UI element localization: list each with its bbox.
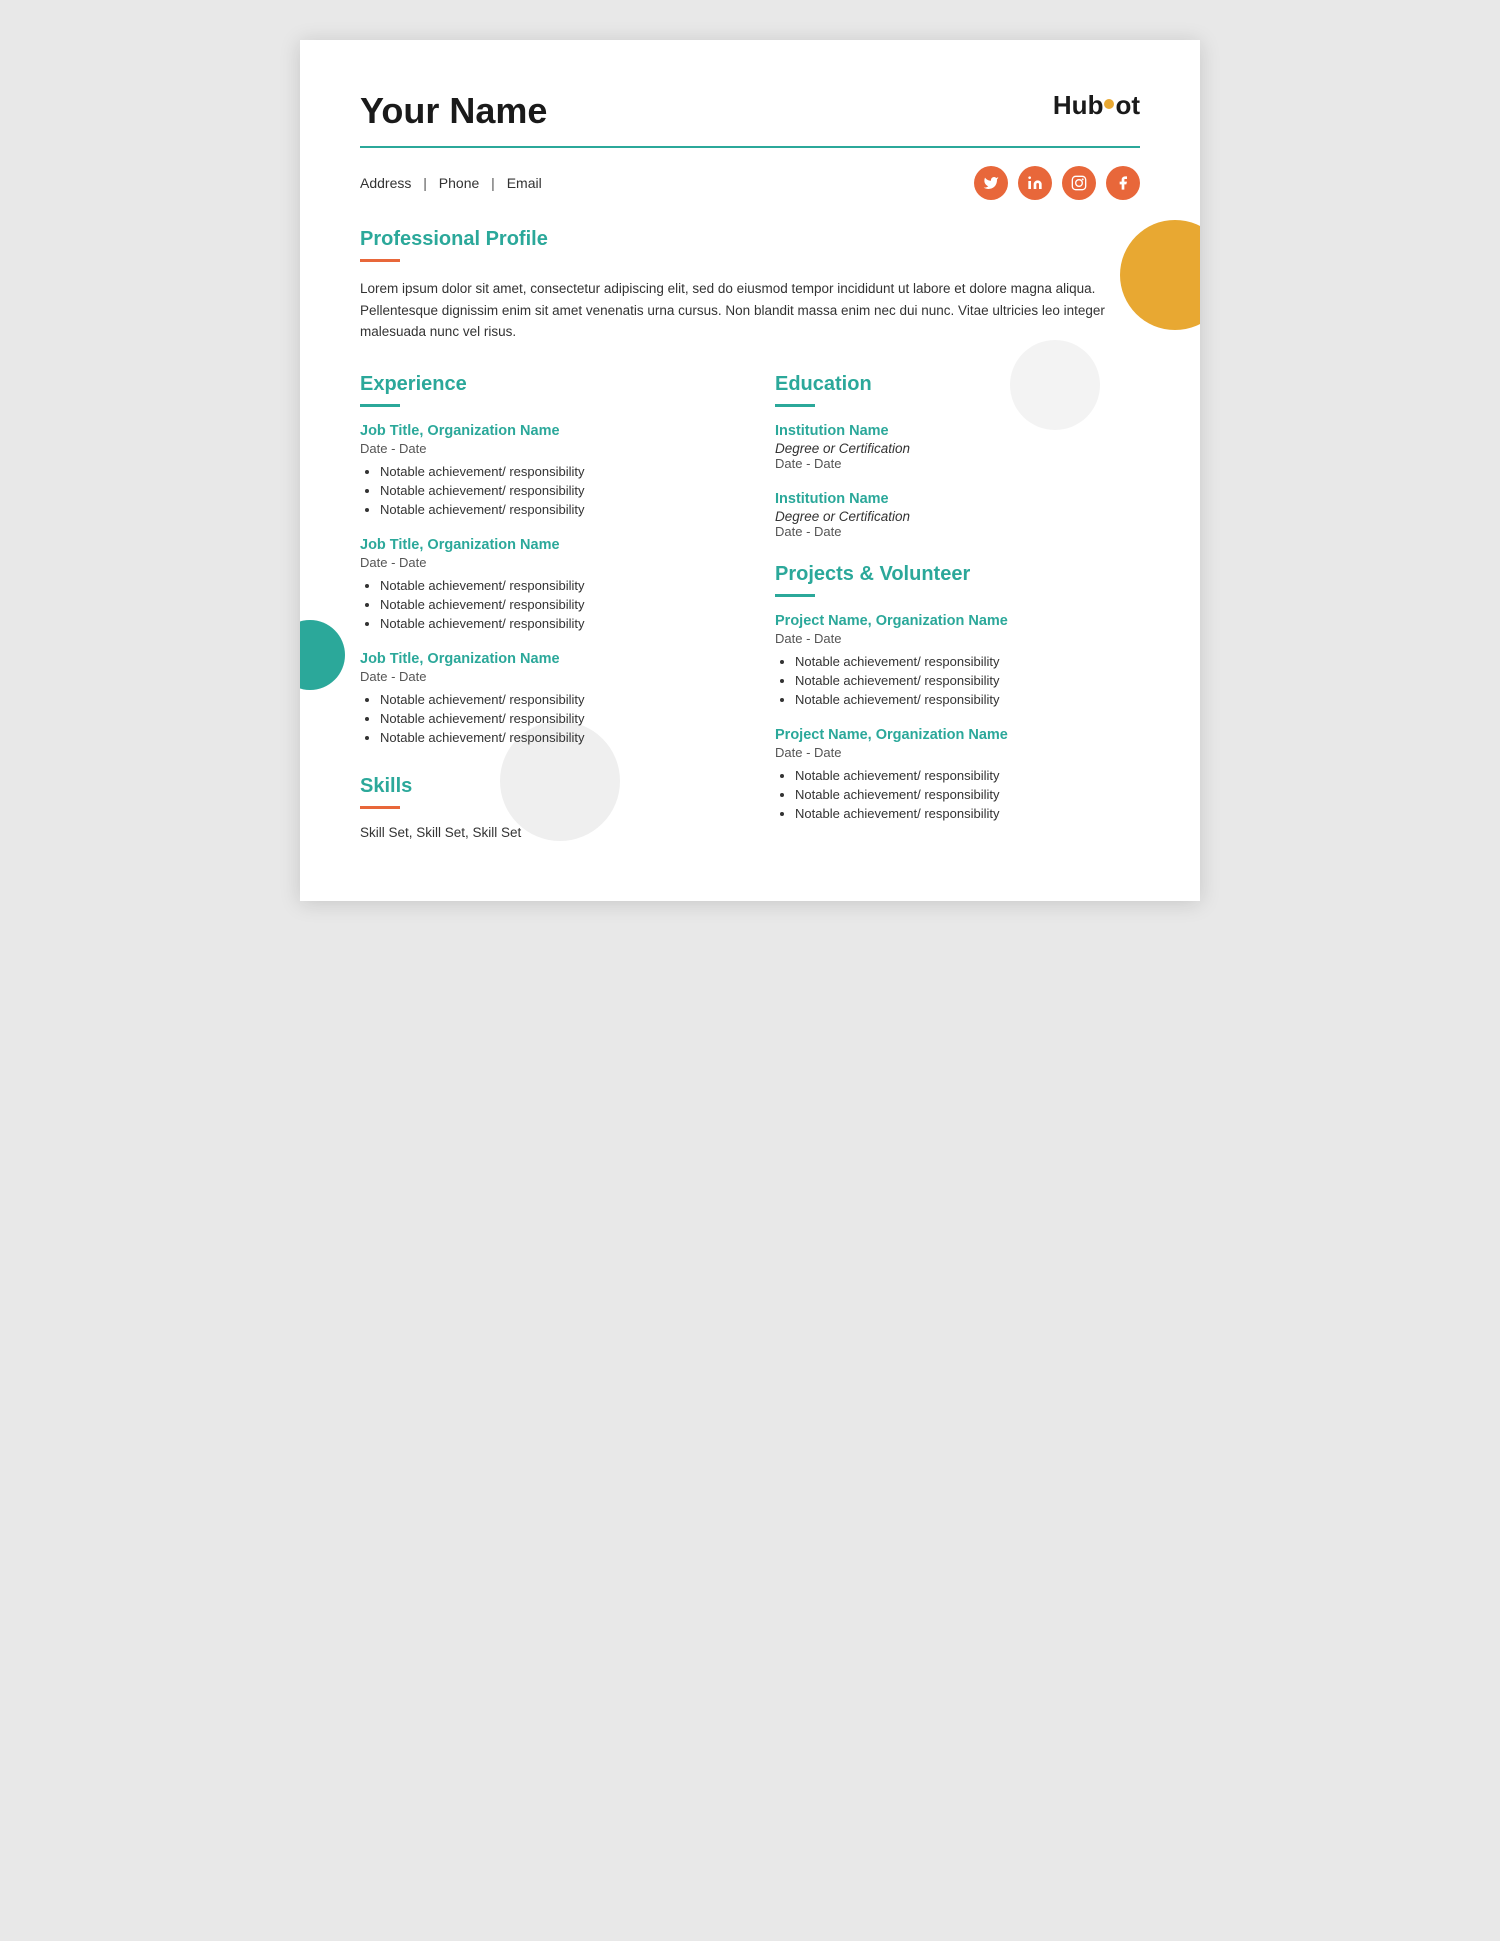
two-column-layout: Experience Job Title, Organization Name …: [360, 373, 1140, 841]
email-label: Email: [507, 175, 542, 191]
project-entry-2: Project Name, Organization Name Date - D…: [775, 727, 1140, 821]
exp2-bullet-3: Notable achievement/ responsibility: [380, 616, 725, 631]
exp1-bullet-3: Notable achievement/ responsibility: [380, 502, 725, 517]
phone-label: Phone: [439, 175, 479, 191]
exp3-bullets: Notable achievement/ responsibility Nota…: [360, 692, 725, 745]
exp2-bullet-2: Notable achievement/ responsibility: [380, 597, 725, 612]
hubspot-text-ot: ot: [1115, 90, 1140, 121]
user-name: Your Name: [360, 90, 547, 132]
header-divider: [360, 146, 1140, 148]
sep1: |: [423, 175, 427, 191]
skills-title: Skills: [360, 775, 725, 798]
facebook-icon[interactable]: [1106, 166, 1140, 200]
projects-section: Projects & Volunteer Project Name, Organ…: [775, 563, 1140, 821]
exp1-bullets: Notable achievement/ responsibility Nota…: [360, 464, 725, 517]
edu2-institution: Institution Name: [775, 491, 1140, 507]
exp3-bullet-2: Notable achievement/ responsibility: [380, 711, 725, 726]
profile-title: Professional Profile: [360, 228, 1140, 251]
resume-page: Your Name Hubot Address | Phone | Email: [300, 40, 1200, 901]
experience-title: Experience: [360, 373, 725, 396]
exp2-bullets: Notable achievement/ responsibility Nota…: [360, 578, 725, 631]
proj1-bullet-2: Notable achievement/ responsibility: [795, 673, 1140, 688]
exp1-date: Date - Date: [360, 441, 725, 456]
social-icons-group: [974, 166, 1140, 200]
proj1-bullet-3: Notable achievement/ responsibility: [795, 692, 1140, 707]
exp1-title: Job Title, Organization Name: [360, 423, 725, 439]
experience-entry-3: Job Title, Organization Name Date - Date…: [360, 651, 725, 745]
contact-row: Address | Phone | Email: [360, 166, 1140, 200]
education-entry-2: Institution Name Degree or Certification…: [775, 491, 1140, 539]
proj2-date: Date - Date: [775, 745, 1140, 760]
experience-entry-1: Job Title, Organization Name Date - Date…: [360, 423, 725, 517]
skills-text: Skill Set, Skill Set, Skill Set: [360, 825, 725, 840]
hubspot-text-hub: Hub: [1053, 90, 1104, 121]
sep2: |: [491, 175, 495, 191]
education-title: Education: [775, 373, 1140, 396]
skills-underline: [360, 806, 400, 809]
proj2-bullets: Notable achievement/ responsibility Nota…: [775, 768, 1140, 821]
twitter-icon[interactable]: [974, 166, 1008, 200]
projects-title: Projects & Volunteer: [775, 563, 1140, 586]
exp2-date: Date - Date: [360, 555, 725, 570]
profile-section: Professional Profile Lorem ipsum dolor s…: [360, 228, 1140, 343]
projects-underline: [775, 594, 815, 597]
proj2-bullet-1: Notable achievement/ responsibility: [795, 768, 1140, 783]
profile-text: Lorem ipsum dolor sit amet, consectetur …: [360, 278, 1140, 343]
proj1-bullet-1: Notable achievement/ responsibility: [795, 654, 1140, 669]
edu1-degree: Degree or Certification: [775, 441, 1140, 456]
experience-underline: [360, 404, 400, 407]
edu1-institution: Institution Name: [775, 423, 1140, 439]
exp3-bullet-1: Notable achievement/ responsibility: [380, 692, 725, 707]
hubspot-logo: Hubot: [1053, 90, 1140, 121]
exp2-bullet-1: Notable achievement/ responsibility: [380, 578, 725, 593]
proj1-date: Date - Date: [775, 631, 1140, 646]
skills-section: Skills Skill Set, Skill Set, Skill Set: [360, 775, 725, 840]
proj1-title: Project Name, Organization Name: [775, 613, 1140, 629]
proj2-bullet-3: Notable achievement/ responsibility: [795, 806, 1140, 821]
edu2-date: Date - Date: [775, 524, 1140, 539]
left-column: Experience Job Title, Organization Name …: [360, 373, 725, 841]
project-entry-1: Project Name, Organization Name Date - D…: [775, 613, 1140, 707]
proj2-title: Project Name, Organization Name: [775, 727, 1140, 743]
exp1-bullet-2: Notable achievement/ responsibility: [380, 483, 725, 498]
edu1-date: Date - Date: [775, 456, 1140, 471]
education-entry-1: Institution Name Degree or Certification…: [775, 423, 1140, 471]
deco-teal-circle: [300, 620, 345, 690]
exp2-title: Job Title, Organization Name: [360, 537, 725, 553]
edu2-degree: Degree or Certification: [775, 509, 1140, 524]
header: Your Name Hubot: [360, 90, 1140, 132]
linkedin-icon[interactable]: [1018, 166, 1052, 200]
profile-underline: [360, 259, 400, 262]
instagram-icon[interactable]: [1062, 166, 1096, 200]
proj1-bullets: Notable achievement/ responsibility Nota…: [775, 654, 1140, 707]
address-label: Address: [360, 175, 411, 191]
right-column: Education Institution Name Degree or Cer…: [775, 373, 1140, 841]
experience-entry-2: Job Title, Organization Name Date - Date…: [360, 537, 725, 631]
contact-info: Address | Phone | Email: [360, 175, 542, 191]
exp3-title: Job Title, Organization Name: [360, 651, 725, 667]
exp1-bullet-1: Notable achievement/ responsibility: [380, 464, 725, 479]
education-underline: [775, 404, 815, 407]
proj2-bullet-2: Notable achievement/ responsibility: [795, 787, 1140, 802]
exp3-bullet-3: Notable achievement/ responsibility: [380, 730, 725, 745]
hubspot-dot: [1104, 99, 1114, 109]
exp3-date: Date - Date: [360, 669, 725, 684]
